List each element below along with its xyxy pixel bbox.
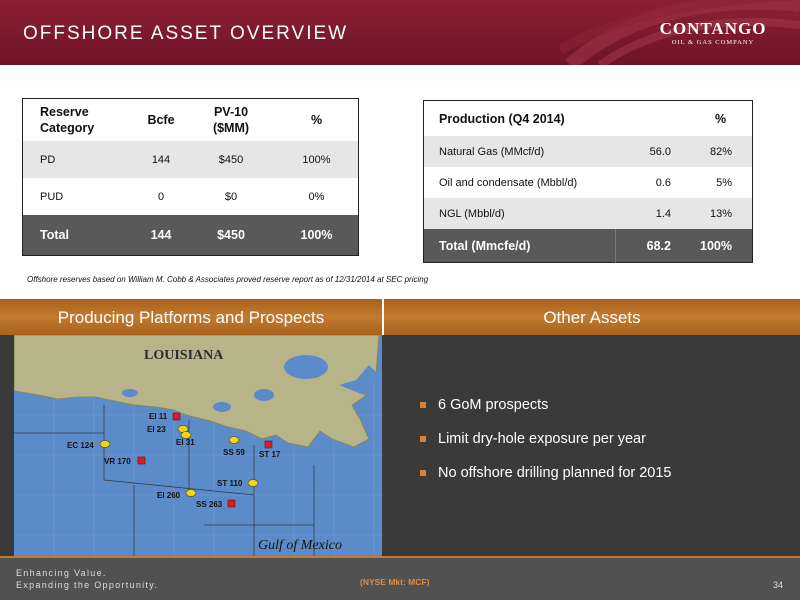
reserve-total-cell: $450 bbox=[187, 215, 275, 256]
reserve-cell: 0% bbox=[275, 178, 359, 215]
marker-label: EI 23 bbox=[147, 425, 166, 434]
reserve-cell: $450 bbox=[187, 141, 275, 178]
reserve-cell: 144 bbox=[135, 141, 187, 178]
production-cell: Oil and condensate (Mbbl/d) bbox=[439, 176, 578, 189]
reserve-cell: PD bbox=[22, 141, 135, 178]
table-row: NGL (Mbbl/d) 1.4 13% bbox=[423, 198, 753, 229]
production-header-label: Production (Q4 2014) bbox=[439, 111, 565, 126]
gulf-map: LOUISIANA Gulf of Mexico EI 11 EI 23 EI … bbox=[14, 335, 382, 556]
reserve-table: Reserve Category Bcfe PV-10 ($MM) % PD 1… bbox=[22, 98, 359, 256]
production-table: Production (Q4 2014) % Natural Gas (MMcf… bbox=[423, 100, 753, 263]
marker-label: VR 170 bbox=[104, 457, 131, 466]
prospect-marker-ss59 bbox=[228, 436, 240, 444]
logo-subtitle: OIL & GAS COMPANY bbox=[671, 39, 755, 46]
prospect-marker-ec124 bbox=[99, 440, 111, 448]
production-cell: 1.4 bbox=[615, 198, 689, 229]
section-title-platforms: Producing Platforms and Prospects bbox=[57, 308, 325, 327]
marker-label: SS 263 bbox=[196, 500, 223, 509]
reserve-total-cell: Total bbox=[22, 215, 135, 256]
marker-label: ST 17 bbox=[259, 450, 281, 459]
production-cell: 5% bbox=[716, 176, 732, 189]
reserve-cell: 0 bbox=[135, 178, 187, 215]
table-row: PD 144 $450 100% bbox=[22, 141, 359, 178]
production-cell: NGL (Mbbl/d) bbox=[423, 198, 615, 229]
production-header-value bbox=[615, 101, 689, 137]
list-item: 6 GoM prospects bbox=[418, 397, 672, 431]
production-header-pct: % bbox=[714, 111, 727, 126]
platform-marker-vr170 bbox=[137, 456, 146, 465]
bullet-square-icon bbox=[420, 436, 426, 442]
table-row: PUD 0 $0 0% bbox=[22, 178, 359, 215]
production-cell: 13% bbox=[689, 198, 753, 229]
section-header-other-assets: Other Assets bbox=[384, 299, 800, 335]
state-label: LOUISIANA bbox=[144, 348, 224, 363]
production-cell: 82% bbox=[689, 136, 753, 167]
reserve-total-cell: 144 bbox=[135, 215, 187, 256]
reserve-header-pv10: PV-10 ($MM) bbox=[212, 105, 250, 135]
production-total-cell: 100% bbox=[689, 229, 753, 263]
prospect-marker-ei260 bbox=[185, 489, 197, 497]
reserve-total-row: Total 144 $450 100% bbox=[22, 215, 359, 256]
prospect-marker-st110 bbox=[247, 479, 259, 487]
ticker-symbol: (NYSE Mkt: MCF) bbox=[360, 577, 430, 587]
section-title-other-assets: Other Assets bbox=[543, 308, 641, 327]
marker-label: EI 260 bbox=[157, 491, 181, 500]
platform-marker-ei11 bbox=[172, 412, 181, 421]
section-header-platforms: Producing Platforms and Prospects bbox=[0, 299, 382, 335]
reserve-cell: 100% bbox=[275, 141, 359, 178]
marker-label: ST 110 bbox=[217, 479, 243, 488]
platform-marker-st17 bbox=[264, 440, 273, 449]
reserves-footnote: Offshore reserves based on William M. Co… bbox=[27, 275, 429, 284]
reserve-header-bcfe: Bcfe bbox=[147, 113, 175, 127]
page-title: OFFSHORE ASSET OVERVIEW bbox=[23, 23, 349, 44]
production-cell: Natural Gas (MMcf/d) bbox=[423, 136, 615, 167]
production-header-row: Production (Q4 2014) % bbox=[424, 101, 753, 137]
tagline-line-1: Enhancing Value. bbox=[16, 568, 107, 578]
marker-label: EC 124 bbox=[67, 441, 94, 450]
platform-marker-ss263 bbox=[227, 499, 236, 508]
marker-label: SS 59 bbox=[223, 448, 245, 457]
other-assets-list: 6 GoM prospects Limit dry-hole exposure … bbox=[418, 397, 672, 499]
reserve-cell: $0 bbox=[187, 178, 275, 215]
production-total-cell: 68.2 bbox=[614, 229, 689, 263]
reserve-total-cell: 100% bbox=[275, 215, 359, 256]
bullet-square-icon bbox=[420, 402, 426, 408]
page-number: 34 bbox=[773, 580, 784, 590]
list-item: Limit dry-hole exposure per year bbox=[418, 431, 672, 465]
table-row: Oil and condensate (Mbbl/d) 0.6 5% bbox=[424, 167, 753, 198]
reserve-header-category: Reserve Category bbox=[40, 105, 95, 135]
production-cell: 56.0 bbox=[615, 136, 689, 167]
production-total-row: Total (Mmcfe/d) 68.2 100% bbox=[423, 229, 753, 263]
gulf-map-svg: LOUISIANA Gulf of Mexico EI 11 EI 23 EI … bbox=[14, 335, 382, 556]
production-total-cell: Total (Mmcfe/d) bbox=[423, 229, 615, 263]
table-row: Natural Gas (MMcf/d) 56.0 82% bbox=[423, 136, 753, 167]
marker-label: EI 31 bbox=[176, 438, 195, 447]
reserve-cell: PUD bbox=[22, 178, 135, 215]
tagline-line-2: Expanding the Opportunity. bbox=[16, 580, 159, 590]
gulf-label: Gulf of Mexico bbox=[258, 538, 342, 553]
company-logo: CONTANGO OIL & GAS COMPANY bbox=[648, 19, 778, 47]
production-cell: 0.6 bbox=[655, 176, 671, 189]
list-item: No offshore drilling planned for 2015 bbox=[418, 465, 672, 499]
reserve-header-pct: % bbox=[310, 113, 323, 127]
logo-name: CONTANGO bbox=[659, 19, 767, 38]
reserve-header-row: Reserve Category Bcfe PV-10 ($MM) % bbox=[23, 99, 359, 142]
bullet-square-icon bbox=[420, 470, 426, 476]
marker-label: EI 11 bbox=[149, 412, 168, 421]
